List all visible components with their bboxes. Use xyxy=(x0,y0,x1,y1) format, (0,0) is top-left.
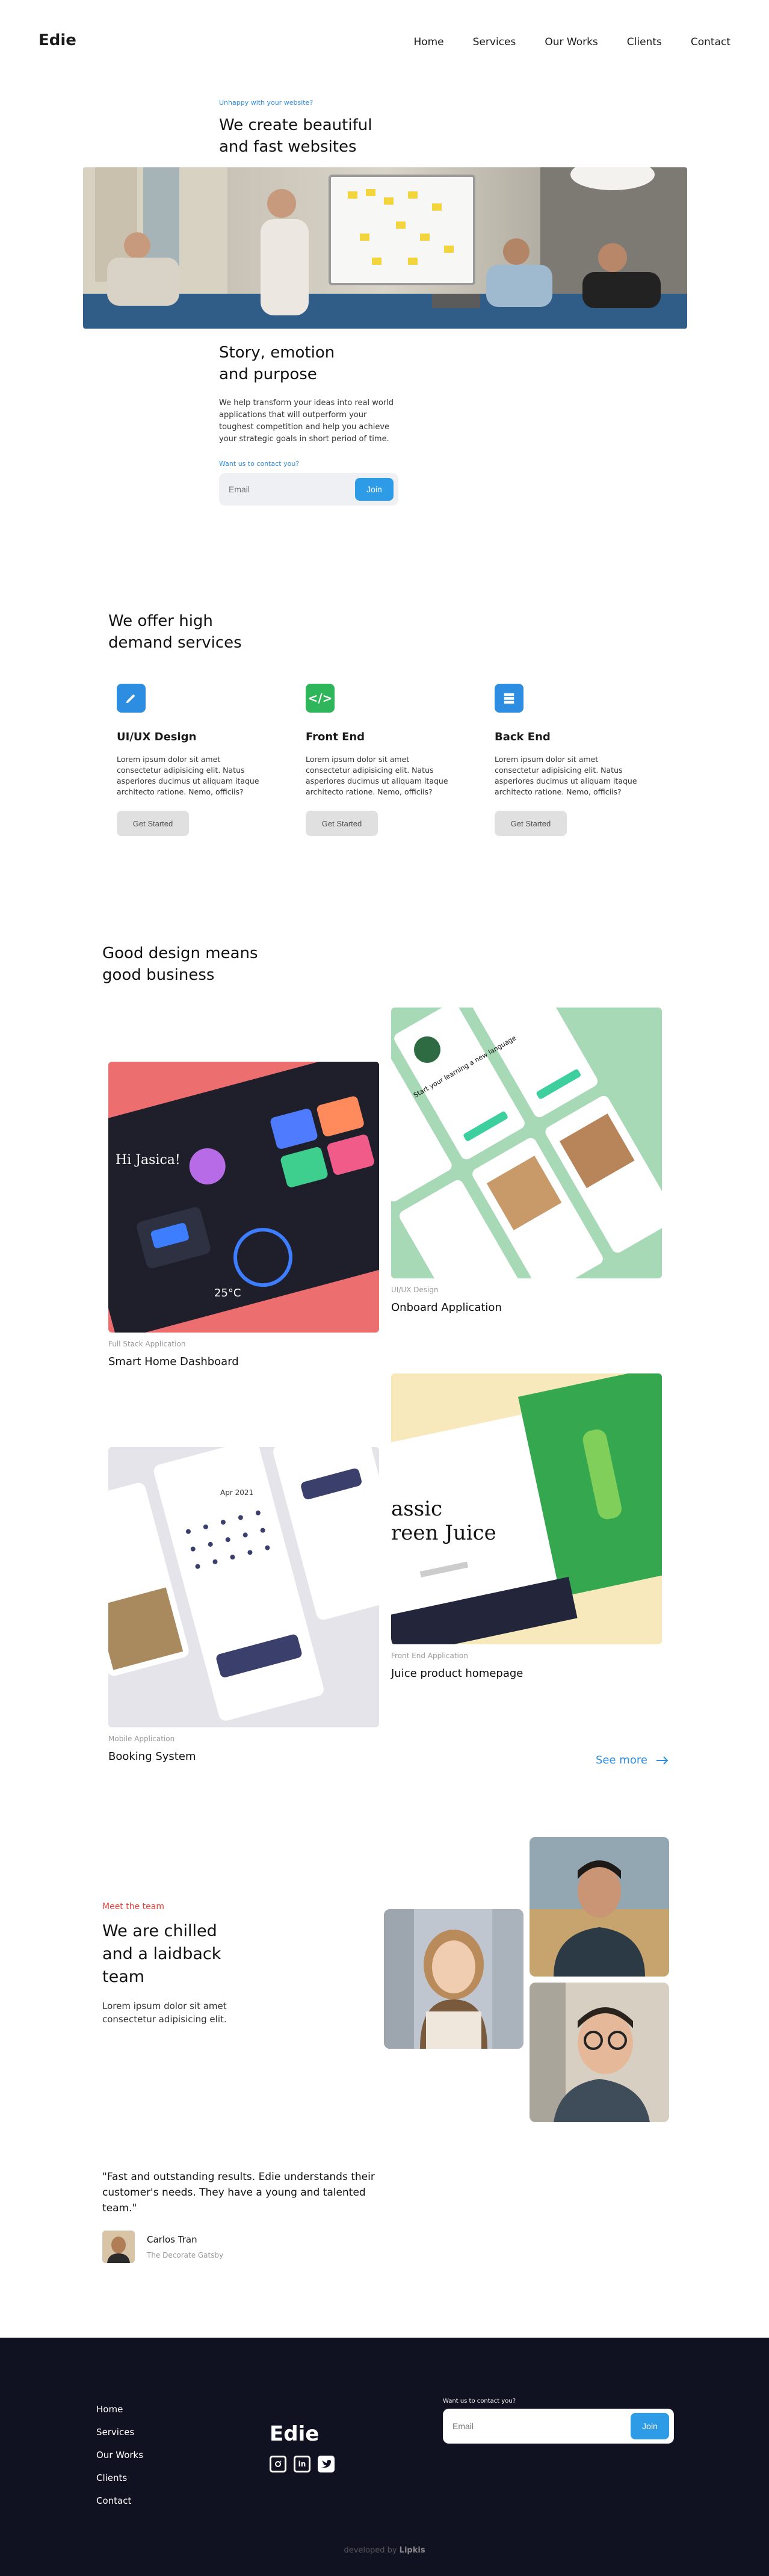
footer-nav-services[interactable]: Services xyxy=(96,2427,143,2438)
get-started-button[interactable]: Get Started xyxy=(117,811,189,836)
service-card-backend: Back End Lorem ipsum dolor sit amet cons… xyxy=(495,684,645,836)
service-name: Back End xyxy=(495,731,551,743)
dash-greeting: Hi Jasica! xyxy=(116,1153,181,1168)
work-image-booking[interactable]: Apr 2021 xyxy=(108,1447,379,1727)
avatar xyxy=(102,2231,135,2263)
nav-our-works[interactable]: Our Works xyxy=(545,36,598,48)
work-image-smart-home[interactable]: Hi Jasica! 25°C xyxy=(108,1062,379,1333)
credit-name[interactable]: Lipkis xyxy=(400,2546,425,2555)
see-more-link[interactable]: See more xyxy=(596,1754,669,1766)
service-desc: Lorem ipsum dolor sit amet consectetur a… xyxy=(495,755,637,796)
footer-credit: developed by Lipkis xyxy=(0,2546,769,2555)
team-title-line2: and a laidback xyxy=(102,1945,221,1963)
work-title[interactable]: Onboard Application xyxy=(391,1301,502,1314)
twitter-icon[interactable] xyxy=(318,2456,335,2472)
logo[interactable]: Edie xyxy=(39,31,76,49)
works-title-line2: good business xyxy=(102,966,215,984)
footer-email-input[interactable] xyxy=(452,2421,604,2431)
footer-nav-home[interactable]: Home xyxy=(96,2404,143,2415)
footer-join-button[interactable]: Join xyxy=(631,2413,669,2439)
works-title: Good design means good business xyxy=(102,943,258,986)
main-nav: Home Services Our Works Clients Contact xyxy=(413,36,730,48)
juice-line1: assic xyxy=(391,1497,442,1521)
footer-social: in xyxy=(270,2456,342,2472)
services-title-line2: demand services xyxy=(108,634,242,652)
footer-nav-contact[interactable]: Contact xyxy=(96,2495,143,2506)
footer-nav-our-works[interactable]: Our Works xyxy=(96,2450,143,2460)
work-category: Full Stack Application xyxy=(108,1340,186,1348)
work-category: Mobile Application xyxy=(108,1735,175,1743)
dash-temp: 25°C xyxy=(214,1287,241,1299)
team-photo-man-scarf xyxy=(530,1837,669,1977)
testimonial-name: Carlos Tran xyxy=(147,2234,197,2245)
hero-email-form: Join xyxy=(219,473,398,506)
testimonial-company: The Decorate Gatsby xyxy=(147,2251,224,2259)
hero-title-line2: and fast websites xyxy=(219,138,357,156)
team-photo-man-glasses xyxy=(530,1983,669,2122)
hero-title: We create beautiful and fast websites xyxy=(219,114,372,158)
footer-logo[interactable]: Edie xyxy=(270,2422,319,2446)
team-title-line3: team xyxy=(102,1968,145,1986)
service-desc: Lorem ipsum dolor sit amet consectetur a… xyxy=(306,755,448,796)
credit-prefix: developed by xyxy=(344,2546,397,2555)
footer-email-form: Join xyxy=(443,2409,674,2444)
work-title[interactable]: Booking System xyxy=(108,1750,196,1763)
work-title[interactable]: Smart Home Dashboard xyxy=(108,1355,239,1368)
footer-contact-eyebrow: Want us to contact you? xyxy=(443,2398,516,2404)
footer-nav: Home Services Our Works Clients Contact xyxy=(96,2404,143,2518)
work-title[interactable]: Juice product homepage xyxy=(391,1667,523,1680)
team-title-line1: We are chilled xyxy=(102,1922,217,1940)
story-title: Story, emotion and purpose xyxy=(219,342,335,385)
hero-join-button[interactable]: Join xyxy=(355,478,394,501)
works-title-line1: Good design means xyxy=(102,944,258,962)
instagram-icon[interactable] xyxy=(270,2456,286,2472)
service-name: UI/UX Design xyxy=(117,731,197,743)
footer: Home Services Our Works Clients Contact … xyxy=(0,2338,769,2576)
nav-home[interactable]: Home xyxy=(413,36,443,48)
code-icon: </> xyxy=(306,684,335,713)
booking-month: Apr 2021 xyxy=(220,1488,253,1497)
hero-team-photo xyxy=(83,167,687,329)
hero-email-input[interactable] xyxy=(229,485,344,494)
nav-clients[interactable]: Clients xyxy=(627,36,662,48)
arrow-right-icon xyxy=(656,1756,669,1765)
work-image-juice[interactable]: assic reen Juice xyxy=(391,1373,662,1644)
services-title: We offer high demand services xyxy=(108,610,242,654)
team-photo-woman xyxy=(384,1909,523,2049)
nav-services[interactable]: Services xyxy=(473,36,516,48)
service-card-uiux: UI/UX Design Lorem ipsum dolor sit amet … xyxy=(117,684,267,836)
team-eyebrow: Meet the team xyxy=(102,1902,164,1912)
work-image-onboard[interactable]: Start your learning a new language xyxy=(391,1008,662,1278)
footer-nav-clients[interactable]: Clients xyxy=(96,2472,143,2483)
see-more-label: See more xyxy=(596,1754,647,1766)
team-body: Lorem ipsum dolor sit amet consectetur a… xyxy=(102,2001,227,2025)
service-name: Front End xyxy=(306,731,365,743)
service-desc: Lorem ipsum dolor sit amet consectetur a… xyxy=(117,755,259,796)
pencil-icon xyxy=(117,684,146,713)
get-started-button[interactable]: Get Started xyxy=(306,811,378,836)
linkedin-icon[interactable]: in xyxy=(294,2456,310,2472)
services-title-line1: We offer high xyxy=(108,612,213,630)
testimonial-quote: "Fast and outstanding results. Edie unde… xyxy=(102,2171,375,2214)
hero-contact-eyebrow: Want us to contact you? xyxy=(219,460,300,468)
story-title-line2: and purpose xyxy=(219,365,317,383)
team-title: We are chilled and a laidback team xyxy=(102,1920,221,1989)
work-category: Front End Application xyxy=(391,1652,468,1660)
hero-eyebrow: Unhappy with your website? xyxy=(219,99,313,107)
server-icon xyxy=(495,684,523,713)
nav-contact[interactable]: Contact xyxy=(691,36,730,48)
work-category: UI/UX Design xyxy=(391,1286,439,1294)
hero-title-line1: We create beautiful xyxy=(219,116,372,134)
story-title-line1: Story, emotion xyxy=(219,344,335,362)
service-card-frontend: </> Front End Lorem ipsum dolor sit amet… xyxy=(306,684,456,836)
story-body: We help transform your ideas into real w… xyxy=(219,398,394,444)
juice-line2: reen Juice xyxy=(391,1521,496,1545)
get-started-button[interactable]: Get Started xyxy=(495,811,567,836)
